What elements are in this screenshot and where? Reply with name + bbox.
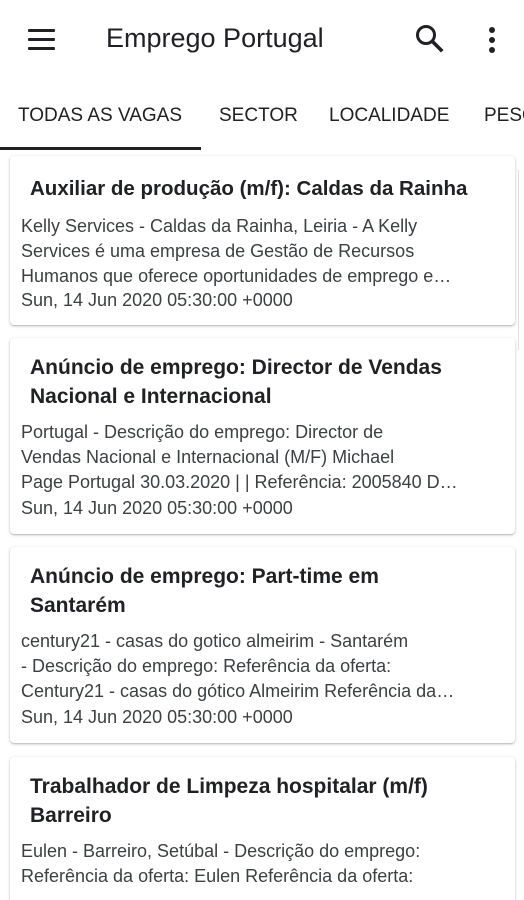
- job-description: Eulen - Barreiro, Setúbal - Descrição do…: [21, 839, 507, 891]
- job-description-line: Referência da oferta: Eulen Referência d…: [21, 866, 414, 886]
- app-bar: Emprego Portugal: [0, 0, 524, 80]
- job-description: Kelly Services - Caldas da Rainha, Leiri…: [21, 214, 507, 291]
- job-description-line: Services é uma empresa de Gestão de Recu…: [21, 241, 415, 261]
- job-description-line: Vendas Nacional e Internacional (M/F) Mi…: [21, 447, 395, 467]
- tab-todas-as-vagas[interactable]: TODAS AS VAGAS: [18, 86, 182, 148]
- menu-icon: [28, 29, 55, 32]
- more-options-button[interactable]: [476, 22, 508, 58]
- job-title-line: Nacional e Internacional: [30, 385, 272, 408]
- tab-sector[interactable]: SECTOR: [219, 86, 298, 148]
- job-description-line: Eulen - Barreiro, Setúbal - Descrição do…: [21, 841, 421, 861]
- job-title-line: Barreiro: [30, 804, 112, 827]
- search-button[interactable]: [412, 22, 448, 58]
- app-title: Emprego Portugal: [106, 23, 324, 53]
- menu-icon: [28, 47, 55, 50]
- job-description-line: Portugal - Descrição do emprego: Directo…: [21, 422, 384, 442]
- menu-icon: [28, 38, 55, 41]
- job-title: Anúncio de emprego: Part-time em Santaré…: [30, 562, 510, 620]
- job-description-line: Page Portugal 30.03.2020 | | Referência:…: [21, 472, 458, 492]
- job-date: Sun, 14 Jun 2020 05:30:00 +0000: [21, 707, 293, 727]
- tab-bar: TODAS AS VAGAS SECTOR LOCALIDADE PESQUIS…: [0, 86, 524, 150]
- job-description-line: Kelly Services - Caldas da Rainha, Leiri…: [21, 216, 418, 236]
- job-title-line: Trabalhador de Limpeza hospitalar (m/f): [30, 775, 428, 798]
- menu-button[interactable]: [22, 24, 62, 56]
- job-date: Sun, 14 Jun 2020 05:30:00 +0000: [21, 498, 293, 518]
- job-list[interactable]: Auxiliar de produção (m/f): Caldas da Ra…: [0, 150, 524, 900]
- tab-pesquisa[interactable]: PESQUISA: [484, 86, 524, 148]
- job-title: Trabalhador de Limpeza hospitalar (m/f) …: [30, 772, 510, 830]
- job-date: Sun, 14 Jun 2020 05:30:00 +0000: [21, 290, 293, 310]
- job-description-line: Humanos que oferece oportunidades de emp…: [21, 266, 452, 286]
- job-title-line: Anúncio de emprego: Part-time em: [30, 565, 379, 588]
- job-title: Auxiliar de produção (m/f): Caldas da Ra…: [30, 174, 510, 203]
- search-icon: [416, 25, 444, 53]
- next-page-edge: [518, 170, 524, 350]
- job-title-line: Auxiliar de produção (m/f): Caldas da Ra…: [30, 177, 468, 200]
- job-description-line: - Descrição do emprego: Referência da of…: [21, 656, 392, 676]
- app-screen: Emprego Portugal TODAS AS VAGAS SECTOR L…: [0, 0, 524, 900]
- job-card[interactable]: Anúncio de emprego: Part-time em Santaré…: [10, 547, 515, 743]
- job-description-line: Century21 - casas do gótico Almeirim Ref…: [21, 681, 455, 701]
- job-description: Portugal - Descrição do emprego: Directo…: [21, 420, 507, 497]
- job-description: century21 - casas do gotico almeirim - S…: [21, 629, 507, 706]
- job-card[interactable]: Auxiliar de produção (m/f): Caldas da Ra…: [10, 156, 515, 325]
- job-title-line: Anúncio de emprego: Director de Vendas: [30, 356, 442, 379]
- job-card[interactable]: Anúncio de emprego: Director de Vendas N…: [10, 338, 515, 534]
- job-description-line: century21 - casas do gotico almeirim - S…: [21, 631, 409, 651]
- job-card[interactable]: Trabalhador de Limpeza hospitalar (m/f) …: [10, 757, 515, 900]
- job-title-line: Santarém: [30, 594, 126, 617]
- more-vert-icon: [489, 27, 495, 53]
- tab-localidade[interactable]: LOCALIDADE: [329, 86, 449, 148]
- job-title: Anúncio de emprego: Director de Vendas N…: [30, 353, 510, 411]
